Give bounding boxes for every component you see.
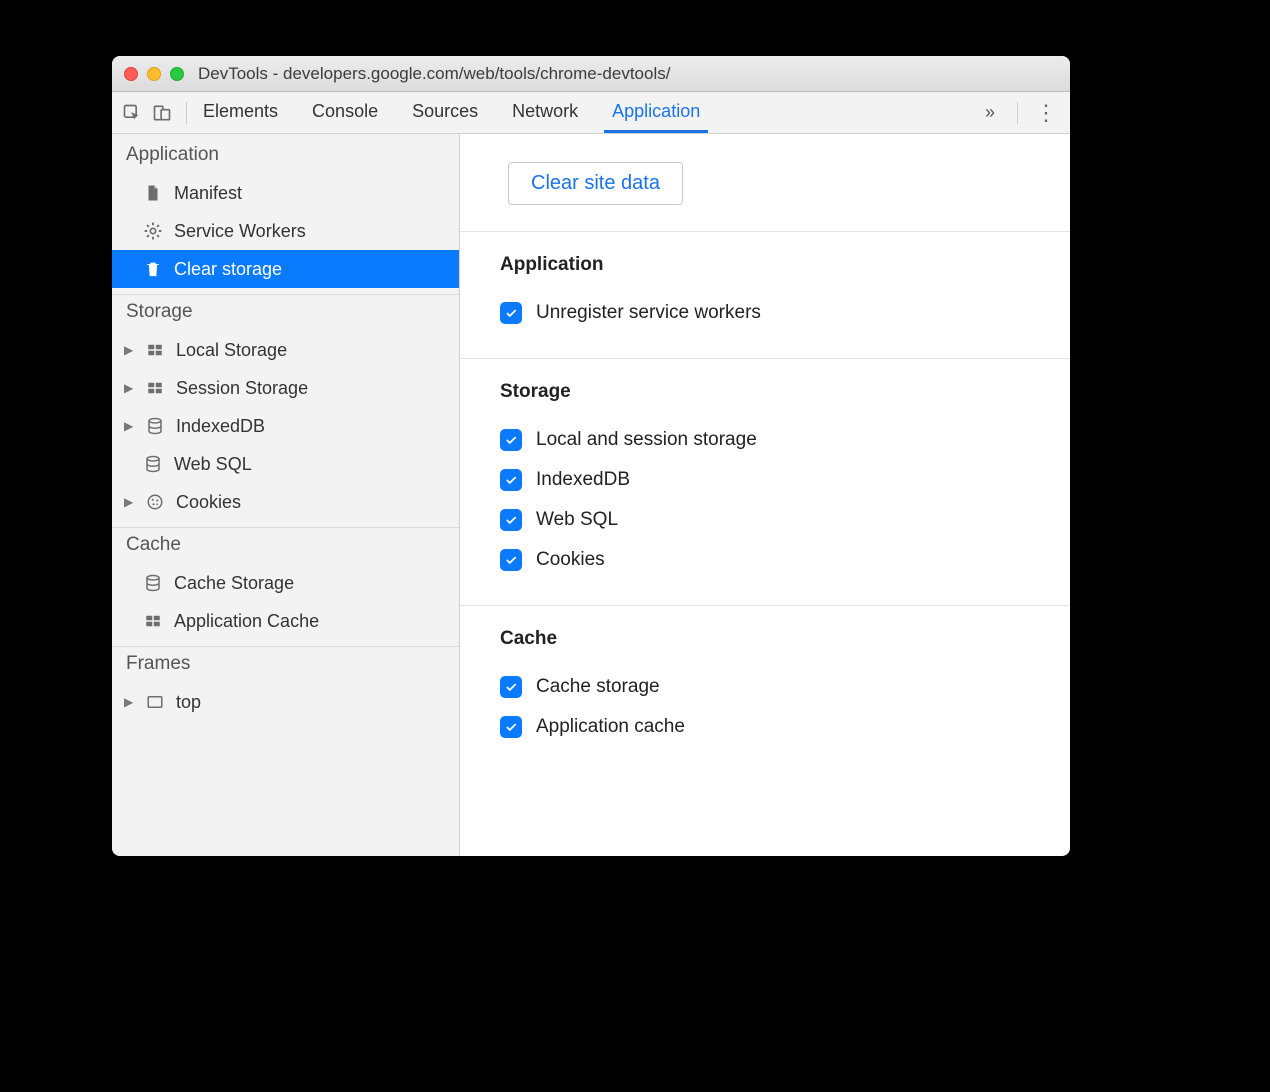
sidebar-item-label: IndexedDB <box>176 416 265 437</box>
sidebar-item-manifest[interactable]: Manifest <box>112 174 459 212</box>
checkbox[interactable] <box>500 302 522 324</box>
window-title: DevTools - developers.google.com/web/too… <box>198 64 670 84</box>
more-tabs-icon[interactable]: » <box>977 102 1003 123</box>
grid-icon <box>144 339 166 361</box>
sidebar-item-label: Clear storage <box>174 259 282 280</box>
toolbar-separator <box>186 102 187 124</box>
checkbox-label: Local and session storage <box>536 429 757 451</box>
tab-console[interactable]: Console <box>310 93 380 132</box>
section-header: Application <box>500 254 1030 276</box>
sidebar-item-label: Manifest <box>174 183 242 204</box>
sidebar-item-label: Cookies <box>176 492 241 513</box>
clear-site-data-row: Clear site data <box>460 134 1070 232</box>
sidebar-item-cookies[interactable]: ▶ Cookies <box>112 483 459 521</box>
sidebar-item-label: Session Storage <box>176 378 308 399</box>
inspect-element-icon[interactable] <box>122 103 142 123</box>
sidebar-item-label: Cache Storage <box>174 573 294 594</box>
sidebar-item-label: top <box>176 692 201 713</box>
checkbox[interactable] <box>500 676 522 698</box>
checkbox-label: Application cache <box>536 716 685 738</box>
sidebar-group-header: Storage <box>112 294 459 331</box>
settings-menu-icon[interactable]: ⋮ <box>1032 100 1060 126</box>
grid-icon <box>144 377 166 399</box>
panel-body: Application Manifest Service Workers Clear … <box>112 134 1070 856</box>
minimize-window-button[interactable] <box>147 67 161 81</box>
sidebar-item-application-cache[interactable]: Application Cache <box>112 602 459 640</box>
traffic-lights <box>124 67 184 81</box>
titlebar: DevTools - developers.google.com/web/too… <box>112 56 1070 92</box>
panel-tabs: Elements Console Sources Network Application <box>201 93 973 132</box>
checkbox-row: Web SQL <box>500 501 1030 541</box>
checkbox-label: Web SQL <box>536 509 618 531</box>
checkbox[interactable] <box>500 469 522 491</box>
trash-icon <box>142 258 164 280</box>
devtools-toolbar: Elements Console Sources Network Application… <box>112 92 1070 134</box>
checkbox[interactable] <box>500 429 522 451</box>
section-application: Application Unregister service workers <box>460 232 1070 359</box>
sidebar-item-clear-storage[interactable]: Clear storage <box>112 250 459 288</box>
checkbox-label: IndexedDB <box>536 469 630 491</box>
checkbox-row: Unregister service workers <box>500 294 1030 334</box>
sidebar-item-cache-storage[interactable]: Cache Storage <box>112 564 459 602</box>
sidebar-item-label: Local Storage <box>176 340 287 361</box>
sidebar-item-session-storage[interactable]: ▶ Session Storage <box>112 369 459 407</box>
sidebar-item-indexeddb[interactable]: ▶ IndexedDB <box>112 407 459 445</box>
sidebar-group-header: Cache <box>112 527 459 564</box>
file-icon <box>142 182 164 204</box>
db-icon <box>144 415 166 437</box>
db-icon <box>142 572 164 594</box>
expand-arrow-icon[interactable]: ▶ <box>124 381 136 395</box>
sidebar-item-service-workers[interactable]: Service Workers <box>112 212 459 250</box>
expand-arrow-icon[interactable]: ▶ <box>124 695 136 709</box>
checkbox-row: Application cache <box>500 708 1030 748</box>
checkbox-row: Local and session storage <box>500 421 1030 461</box>
checkbox[interactable] <box>500 549 522 571</box>
sidebar-item-web-sql[interactable]: Web SQL <box>112 445 459 483</box>
toolbar-separator <box>1017 102 1018 124</box>
section-header: Storage <box>500 381 1030 403</box>
sidebar-item-top[interactable]: ▶ top <box>112 683 459 721</box>
checkbox-label: Cache storage <box>536 676 660 698</box>
tab-network[interactable]: Network <box>510 93 580 132</box>
checkbox[interactable] <box>500 716 522 738</box>
device-toggle-icon[interactable] <box>152 103 172 123</box>
clear-storage-pane: Clear site data Application Unregister se… <box>460 134 1070 856</box>
close-window-button[interactable] <box>124 67 138 81</box>
checkbox[interactable] <box>500 509 522 531</box>
tab-elements[interactable]: Elements <box>201 93 280 132</box>
clear-site-data-button[interactable]: Clear site data <box>508 162 683 205</box>
sidebar-group-header: Frames <box>112 646 459 683</box>
cookie-icon <box>144 491 166 513</box>
tab-sources[interactable]: Sources <box>410 93 480 132</box>
devtools-window: DevTools - developers.google.com/web/too… <box>112 56 1070 856</box>
sidebar-item-label: Service Workers <box>174 221 306 242</box>
gear-icon <box>142 220 164 242</box>
expand-arrow-icon[interactable]: ▶ <box>124 495 136 509</box>
frame-icon <box>144 691 166 713</box>
sidebar-item-label: Application Cache <box>174 611 319 632</box>
checkbox-label: Cookies <box>536 549 605 571</box>
checkbox-label: Unregister service workers <box>536 302 761 324</box>
tab-application[interactable]: Application <box>610 93 702 132</box>
section-cache: Cache Cache storage Application cache <box>460 606 1070 772</box>
sidebar-item-label: Web SQL <box>174 454 252 475</box>
section-storage: Storage Local and session storage IndexedD… <box>460 359 1070 606</box>
expand-arrow-icon[interactable]: ▶ <box>124 419 136 433</box>
checkbox-row: IndexedDB <box>500 461 1030 501</box>
expand-arrow-icon[interactable]: ▶ <box>124 343 136 357</box>
application-sidebar: Application Manifest Service Workers Clear … <box>112 134 460 856</box>
section-header: Cache <box>500 628 1030 650</box>
sidebar-item-local-storage[interactable]: ▶ Local Storage <box>112 331 459 369</box>
db-icon <box>142 453 164 475</box>
sidebar-group-header: Application <box>112 134 459 174</box>
maximize-window-button[interactable] <box>170 67 184 81</box>
grid-icon <box>142 610 164 632</box>
checkbox-row: Cache storage <box>500 668 1030 708</box>
checkbox-row: Cookies <box>500 541 1030 581</box>
